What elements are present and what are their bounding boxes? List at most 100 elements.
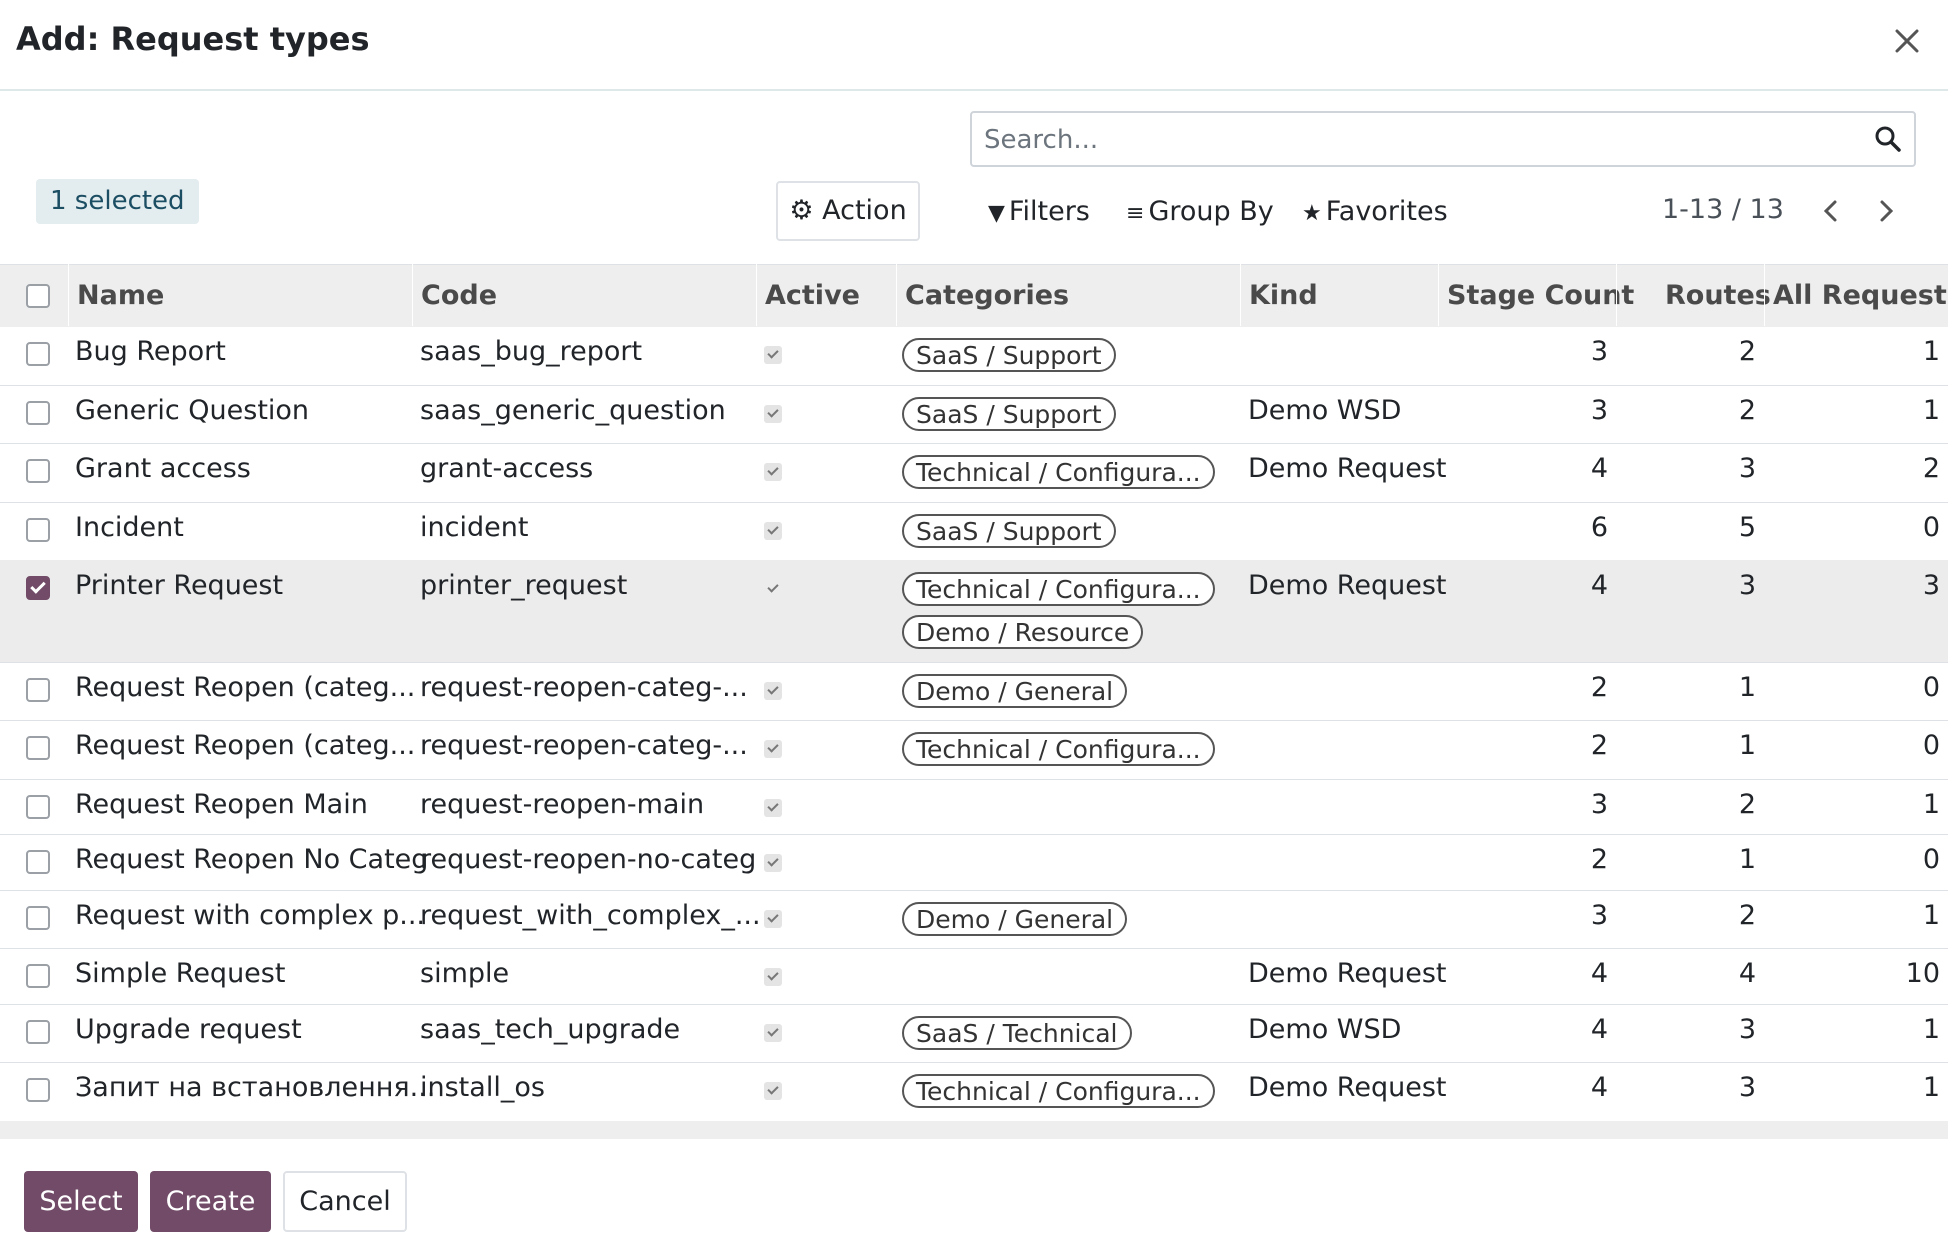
row-checkbox[interactable] bbox=[26, 518, 50, 542]
table-row[interactable]: Request Reopen (categ... request-reopen-c… bbox=[0, 662, 1948, 721]
row-code: request_with_complex_... bbox=[420, 900, 761, 931]
table-row[interactable]: Generic Question saas_generic_question Saa… bbox=[0, 385, 1948, 444]
row-code: request-reopen-categ-... bbox=[420, 672, 748, 703]
row-checkbox[interactable] bbox=[26, 1020, 50, 1044]
column-divider[interactable] bbox=[896, 264, 897, 326]
group-by-label: Group By bbox=[1148, 196, 1274, 227]
category-tag: SaaS / Support bbox=[902, 514, 1116, 548]
row-checkbox[interactable] bbox=[26, 906, 50, 930]
row-code: saas_generic_question bbox=[420, 395, 726, 426]
row-stage-count: 4 bbox=[1590, 570, 1608, 601]
chevron-left-icon[interactable] bbox=[1816, 196, 1846, 226]
table-row[interactable]: Запит на встановлення... install_os Techni… bbox=[0, 1062, 1948, 1122]
row-stage-count: 3 bbox=[1590, 789, 1608, 820]
table-row[interactable]: Bug Report saas_bug_report SaaS / Support 3… bbox=[0, 326, 1948, 386]
row-all-requests: 1 bbox=[1922, 1072, 1940, 1103]
create-button[interactable]: Create bbox=[150, 1171, 271, 1232]
row-routes: 3 bbox=[1738, 1072, 1756, 1103]
table-row[interactable]: Grant access grant-access Technical / Conf… bbox=[0, 443, 1948, 503]
active-checkbox bbox=[764, 405, 782, 423]
action-button[interactable]: ⚙ Action bbox=[776, 181, 920, 241]
row-kind: Demo Request bbox=[1248, 1072, 1447, 1103]
search-input[interactable] bbox=[982, 113, 1836, 167]
row-stage-count: 3 bbox=[1590, 395, 1608, 426]
row-checkbox[interactable] bbox=[26, 795, 50, 819]
column-header-kind[interactable]: Kind bbox=[1249, 265, 1318, 327]
search-icon[interactable] bbox=[1874, 125, 1902, 153]
row-name: Printer Request bbox=[75, 570, 284, 601]
table-row[interactable]: Request Reopen No Categ request-reopen-no… bbox=[0, 834, 1948, 891]
column-header-categories[interactable]: Categories bbox=[905, 265, 1069, 327]
filter-icon: ▼ bbox=[988, 201, 1005, 226]
column-divider[interactable] bbox=[412, 264, 413, 326]
category-tag: Technical / Configura... bbox=[902, 1074, 1215, 1108]
row-all-requests: 1 bbox=[1922, 395, 1940, 426]
row-checkbox[interactable] bbox=[26, 964, 50, 988]
row-all-requests: 0 bbox=[1922, 730, 1940, 761]
table-row[interactable]: Simple Request simple Demo Request 4 4 10 bbox=[0, 948, 1948, 1005]
row-name: Request with complex p... bbox=[75, 900, 426, 931]
select-button[interactable]: Select bbox=[24, 1171, 138, 1232]
row-stage-count: 4 bbox=[1590, 958, 1608, 989]
active-checkbox bbox=[764, 682, 782, 700]
active-checkbox bbox=[764, 854, 782, 872]
row-checkbox[interactable] bbox=[26, 342, 50, 366]
filters-button[interactable]: ▼ Filters bbox=[988, 196, 1090, 227]
column-header-active[interactable]: Active bbox=[765, 265, 860, 327]
row-checkbox[interactable] bbox=[26, 736, 50, 760]
search-box bbox=[970, 111, 1916, 167]
group-by-button[interactable]: ≡ Group By bbox=[1126, 196, 1274, 227]
row-all-requests: 1 bbox=[1922, 789, 1940, 820]
active-checkbox bbox=[764, 968, 782, 986]
row-checkbox[interactable] bbox=[26, 850, 50, 874]
active-checkbox bbox=[764, 346, 782, 364]
row-checkbox[interactable] bbox=[26, 576, 50, 600]
column-header-code[interactable]: Code bbox=[421, 265, 497, 327]
column-divider[interactable] bbox=[756, 264, 757, 326]
chevron-right-icon[interactable] bbox=[1871, 196, 1901, 226]
row-all-requests: 0 bbox=[1922, 844, 1940, 875]
row-routes: 2 bbox=[1738, 395, 1756, 426]
row-all-requests: 1 bbox=[1922, 336, 1940, 367]
close-icon[interactable] bbox=[1890, 24, 1924, 58]
row-routes: 3 bbox=[1738, 570, 1756, 601]
table-row[interactable]: Request with complex p... request_with_co… bbox=[0, 890, 1948, 949]
gear-icon: ⚙ bbox=[789, 195, 814, 226]
column-divider[interactable] bbox=[1616, 264, 1617, 326]
column-header-all-requests[interactable]: All Requests bbox=[1773, 265, 1948, 327]
select-all-checkbox[interactable] bbox=[26, 284, 50, 308]
column-header-name[interactable]: Name bbox=[77, 265, 164, 327]
row-routes: 2 bbox=[1738, 789, 1756, 820]
row-code: incident bbox=[420, 512, 529, 543]
column-header-routes[interactable]: Routes bbox=[1665, 265, 1771, 327]
column-divider[interactable] bbox=[1438, 264, 1439, 326]
table-row[interactable]: Printer Request printer_request Technical … bbox=[0, 560, 1948, 663]
column-divider[interactable] bbox=[1764, 264, 1765, 326]
row-checkbox[interactable] bbox=[26, 401, 50, 425]
row-routes: 1 bbox=[1738, 730, 1756, 761]
row-name: Request Reopen No Categ bbox=[75, 844, 429, 875]
row-checkbox[interactable] bbox=[26, 1078, 50, 1102]
list-icon: ≡ bbox=[1126, 201, 1145, 226]
favorites-button[interactable]: ★ Favorites bbox=[1302, 196, 1448, 227]
column-divider[interactable] bbox=[1240, 264, 1241, 326]
row-checkbox[interactable] bbox=[26, 459, 50, 483]
active-checkbox bbox=[764, 522, 782, 540]
row-checkbox[interactable] bbox=[26, 678, 50, 702]
category-tag: SaaS / Support bbox=[902, 338, 1116, 372]
table-row[interactable]: Request Reopen Main request-reopen-main 3 2… bbox=[0, 779, 1948, 835]
row-kind: Demo WSD bbox=[1248, 1014, 1402, 1045]
cancel-button[interactable]: Cancel bbox=[283, 1171, 407, 1232]
column-divider[interactable] bbox=[68, 264, 69, 326]
column-header-stage-count[interactable]: Stage Count bbox=[1447, 265, 1634, 327]
category-tag: Technical / Configura... bbox=[902, 455, 1215, 489]
pager-value[interactable]: 1-13 / 13 bbox=[1662, 194, 1784, 225]
table-row[interactable]: Request Reopen (categ... request-reopen-c… bbox=[0, 720, 1948, 780]
active-checkbox bbox=[764, 799, 782, 817]
table-row[interactable]: Upgrade request saas_tech_upgrade SaaS / T… bbox=[0, 1004, 1948, 1063]
row-routes: 2 bbox=[1738, 336, 1756, 367]
row-routes: 1 bbox=[1738, 844, 1756, 875]
row-name: Bug Report bbox=[75, 336, 226, 367]
table-row[interactable]: Incident incident SaaS / Support 6 5 0 bbox=[0, 502, 1948, 561]
row-routes: 2 bbox=[1738, 900, 1756, 931]
